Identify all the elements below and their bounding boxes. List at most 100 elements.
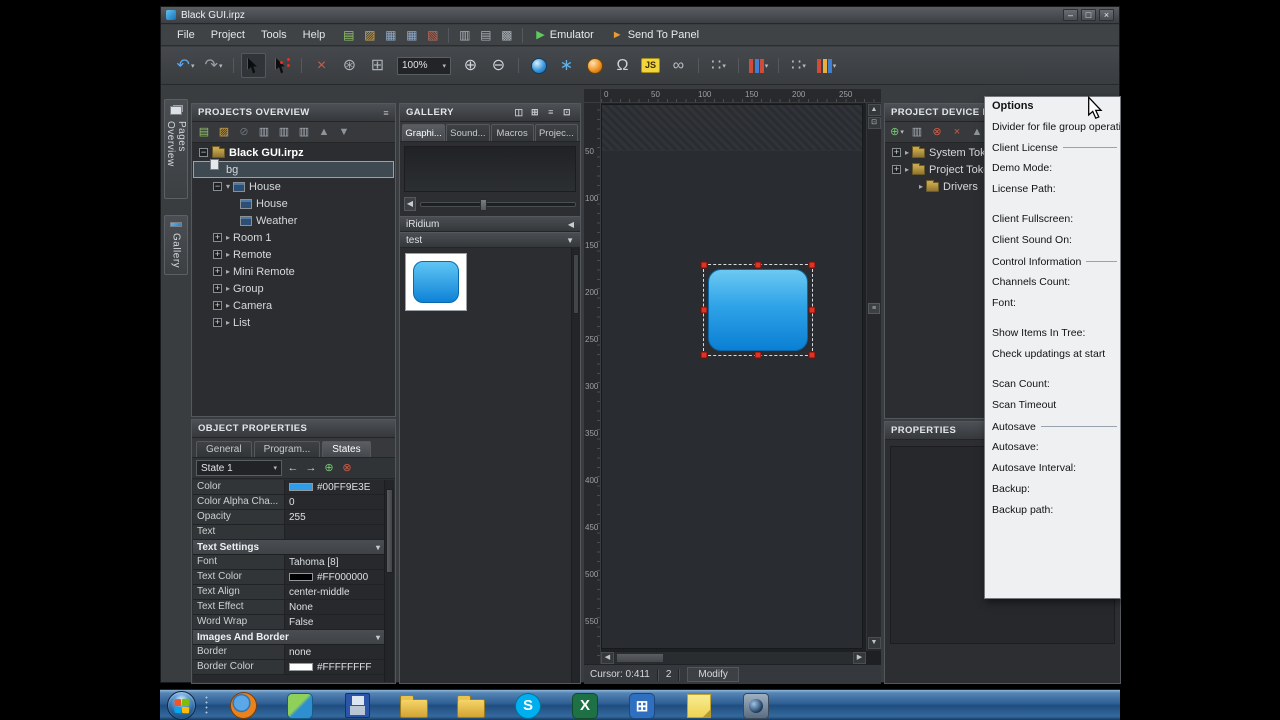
- property-value[interactable]: center-middle: [285, 585, 384, 599]
- scrollbar-thumb[interactable]: [616, 653, 664, 663]
- popup-item-check-updatings-at-start[interactable]: Check updatings at start: [985, 344, 1120, 365]
- scroll-left-icon[interactable]: ◀: [601, 652, 614, 664]
- property-group-images-and-border[interactable]: Images And Border▾: [193, 630, 384, 645]
- object-settings-icon[interactable]: ⊛: [337, 53, 362, 78]
- gallery-section-test[interactable]: test ▼: [400, 232, 580, 248]
- popup-item-demo-mode[interactable]: Demo Mode:: [985, 158, 1120, 179]
- selection-handle[interactable]: [701, 262, 708, 269]
- slider-thumb[interactable]: [480, 199, 487, 211]
- tree-expander-icon[interactable]: −: [213, 182, 222, 191]
- view-details-icon[interactable]: ⊡: [560, 106, 574, 119]
- selection-handle[interactable]: [701, 352, 708, 359]
- select-tool-icon[interactable]: [241, 53, 266, 78]
- tab-gallery[interactable]: Gallery: [164, 215, 188, 275]
- distribute-options-icon[interactable]: ▾: [814, 53, 839, 78]
- delete-state-icon[interactable]: ⊗: [339, 460, 355, 476]
- popup-item-client-sound-on[interactable]: Client Sound On:: [985, 230, 1120, 251]
- clone-device-icon[interactable]: ▥: [908, 124, 926, 141]
- tree-expander-icon[interactable]: +: [213, 318, 222, 327]
- tree-item-mini-remote[interactable]: +▸Mini Remote: [193, 263, 394, 280]
- open-project-icon[interactable]: ▨: [360, 26, 379, 44]
- delete-device-icon[interactable]: ×: [948, 124, 966, 141]
- selection-handle[interactable]: [755, 262, 762, 269]
- vertical-scrollbar[interactable]: ▲ ⊡ ≡ ▼: [866, 103, 881, 651]
- scroll-up-icon[interactable]: ▲: [868, 104, 881, 116]
- zoom-in-icon[interactable]: ⊕: [458, 53, 483, 78]
- view-large-icon[interactable]: ◫: [512, 106, 526, 119]
- new-page-icon[interactable]: ▥: [455, 26, 474, 44]
- property-value[interactable]: False: [285, 615, 384, 629]
- gallery-tab-sound[interactable]: Sound...: [446, 124, 489, 141]
- property-value[interactable]: 255: [285, 510, 384, 524]
- tree-expander-icon[interactable]: +: [213, 267, 222, 276]
- design-page[interactable]: [601, 104, 863, 649]
- scroll-right-icon[interactable]: ▶: [853, 652, 866, 664]
- state-select[interactable]: State 1 ▾: [196, 460, 282, 476]
- property-value[interactable]: None: [285, 600, 384, 614]
- align-options-icon[interactable]: ▾: [746, 53, 771, 78]
- tree-expander-icon[interactable]: +: [213, 301, 222, 310]
- new-project-icon[interactable]: ▤: [339, 26, 358, 44]
- link-icon[interactable]: ∞: [666, 53, 691, 78]
- transfer-app-icon[interactable]: [283, 692, 317, 720]
- move-down-icon[interactable]: ▼: [335, 124, 353, 141]
- tree-item-group[interactable]: +▸Group: [193, 280, 394, 297]
- gallery-section-iridium[interactable]: iRidium ◀: [400, 216, 580, 232]
- pages-icon[interactable]: ▥: [255, 124, 273, 141]
- gallery-tab-graphi[interactable]: Graphi...: [402, 124, 445, 141]
- blue-app-icon[interactable]: ⊞: [625, 692, 659, 720]
- popup-item-backup-path[interactable]: Backup path:: [985, 500, 1120, 521]
- horizontal-scrollbar[interactable]: ◀ ▶: [601, 651, 866, 664]
- selection-handle[interactable]: [809, 262, 816, 269]
- copy-page-icon[interactable]: ▥: [275, 124, 293, 141]
- tree-expander-icon[interactable]: +: [213, 233, 222, 242]
- property-value[interactable]: #FF000000: [285, 570, 384, 584]
- popup-item-client-license[interactable]: Client License: [985, 137, 1120, 158]
- start-button[interactable]: [167, 691, 196, 720]
- property-grid-scrollbar[interactable]: [384, 480, 394, 682]
- tree-item-black-gui-irpz[interactable]: −Black GUI.irpz: [193, 144, 394, 161]
- tree-item-house[interactable]: House: [193, 195, 394, 212]
- tree-expander-icon[interactable]: +: [213, 284, 222, 293]
- popup-item-font[interactable]: Font:: [985, 293, 1120, 314]
- property-value[interactable]: #00FF9E3E: [285, 480, 384, 494]
- thumbnail-size-slider[interactable]: [420, 202, 576, 207]
- gallery-tab-macros[interactable]: Macros: [491, 124, 534, 141]
- prev-state-icon[interactable]: ←: [285, 460, 301, 476]
- scroll-down-icon[interactable]: ▼: [868, 637, 881, 649]
- save-floppy-icon[interactable]: [340, 692, 374, 720]
- tree-item-list[interactable]: +▸List: [193, 314, 394, 331]
- scrollbar-thumb[interactable]: [386, 489, 393, 573]
- tree-item-bg[interactable]: bg: [193, 161, 394, 178]
- add-device-icon[interactable]: ⊕▾: [888, 124, 906, 141]
- tree-item-house[interactable]: −▾House: [193, 178, 394, 195]
- snap-options-icon[interactable]: ∷▾: [706, 53, 731, 78]
- selection-handle[interactable]: [755, 352, 762, 359]
- undo-icon[interactable]: ↶▾: [173, 53, 198, 78]
- delete-object-icon[interactable]: ×: [309, 53, 334, 78]
- popup-item-control-information[interactable]: Control Information: [985, 251, 1120, 272]
- maximize-button[interactable]: □: [1081, 9, 1096, 21]
- sticky-notes-icon[interactable]: [682, 692, 716, 720]
- selection-handle[interactable]: [701, 307, 708, 314]
- popup-item-show-items-in-tree[interactable]: Show Items In Tree:: [985, 323, 1120, 344]
- menu-help[interactable]: Help: [295, 27, 334, 43]
- save-icon[interactable]: ▦: [381, 26, 400, 44]
- property-value[interactable]: #FFFFFFFF: [285, 660, 384, 674]
- tree-item-remote[interactable]: +▸Remote: [193, 246, 394, 263]
- minimize-button[interactable]: –: [1063, 9, 1078, 21]
- taskbar-grip[interactable]: [204, 695, 210, 715]
- popup-item-backup[interactable]: Backup:: [985, 479, 1120, 500]
- import-file-icon[interactable]: ▤: [476, 26, 495, 44]
- gallery-tab-projec[interactable]: Projec...: [535, 124, 578, 141]
- excel-icon[interactable]: X: [568, 692, 602, 720]
- zoom-out-icon[interactable]: ⊖: [486, 53, 511, 78]
- send-to-panel-button[interactable]: ► Send To Panel: [603, 28, 708, 42]
- documents-folder-icon[interactable]: [454, 692, 488, 720]
- tree-item-weather[interactable]: Weather: [193, 212, 394, 229]
- grid-icon[interactable]: ⊞: [365, 53, 390, 78]
- popup-item-autosave[interactable]: Autosave:: [985, 437, 1120, 458]
- remove-device-icon[interactable]: ⊗: [928, 124, 946, 141]
- property-group-text-settings[interactable]: Text Settings▾: [193, 540, 384, 555]
- emulator-button[interactable]: ▶ Emulator: [527, 28, 603, 42]
